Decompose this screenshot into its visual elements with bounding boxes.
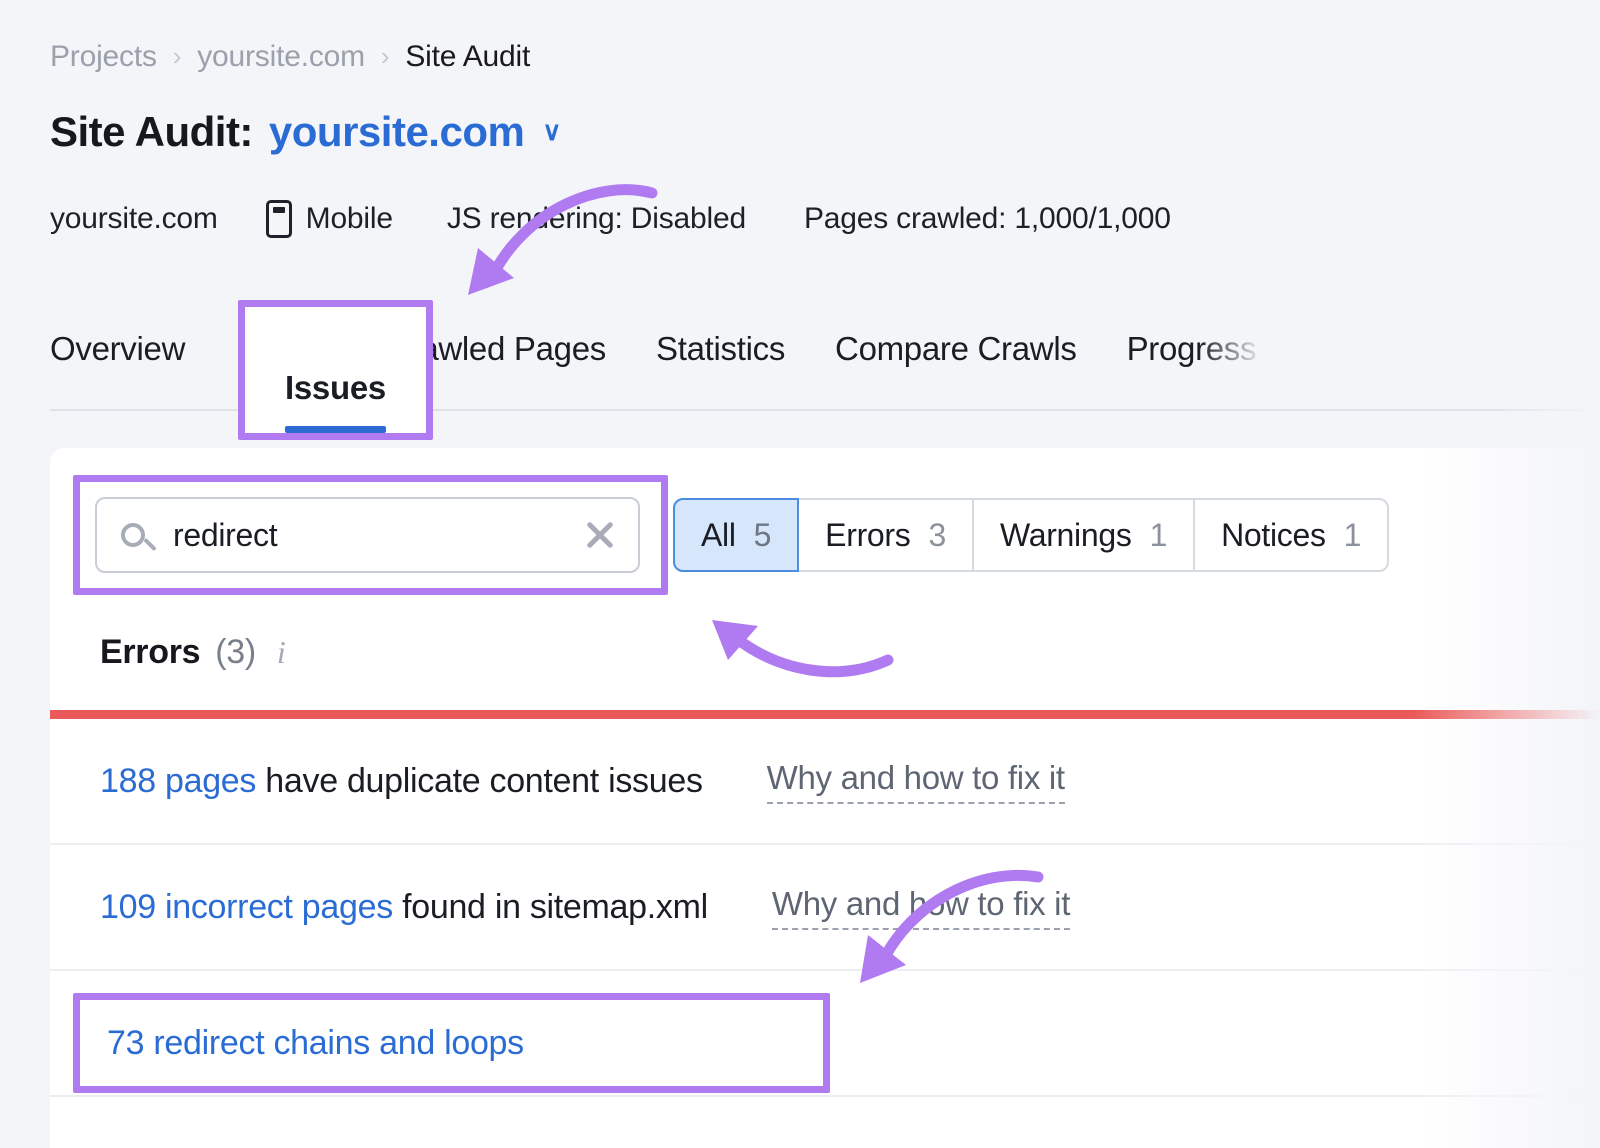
issue-title: 188 pages have duplicate content issues	[100, 762, 703, 801]
tab-compare-crawls[interactable]: Compare Crawls	[835, 330, 1077, 394]
issue-title: 109 incorrect pages found in sitemap.xml	[100, 888, 708, 927]
filter-all-label: All	[701, 516, 736, 553]
meta-domain: yoursite.com	[50, 202, 218, 235]
errors-section-count: (3)	[215, 633, 256, 671]
table-row[interactable]: 188 pages have duplicate content issues …	[50, 719, 1600, 845]
filter-warnings-count: 1	[1149, 516, 1168, 553]
tab-active-indicator	[285, 426, 386, 433]
filter-errors[interactable]: Errors 3	[799, 498, 972, 572]
filter-all-count: 5	[753, 516, 772, 553]
meta-device-label: Mobile	[305, 202, 393, 235]
page-title-prefix: Site Audit:	[50, 108, 253, 155]
tab-overview[interactable]: Overview	[50, 330, 185, 394]
tab-progress[interactable]: Progress	[1127, 330, 1257, 394]
meta-pages-crawled: Pages crawled: 1,000/1,000	[803, 202, 1171, 235]
search-input-value[interactable]: redirect	[173, 517, 584, 554]
issue-type-filter-group: All 5 Errors 3 Warnings 1 Notices 1	[673, 498, 1390, 572]
breadcrumb-item-site[interactable]: yoursite.com	[197, 40, 365, 74]
search-input[interactable]: redirect	[95, 497, 640, 573]
issue-description: found in sitemap.xml	[392, 887, 708, 926]
filter-warnings[interactable]: Warnings 1	[971, 498, 1194, 572]
why-and-how-to-fix-link[interactable]: Why and how to fix it	[771, 885, 1070, 930]
search-icon	[121, 523, 145, 547]
filter-errors-label: Errors	[825, 516, 911, 553]
filter-notices-label: Notices	[1221, 516, 1326, 553]
table-row[interactable]: 73 redirect chains and loops w to fix it	[50, 971, 1600, 1097]
site-selector-label[interactable]: yoursite.com	[269, 108, 525, 156]
breadcrumb: Projects › yoursite.com › Site Audit	[50, 40, 530, 74]
mobile-phone-icon	[265, 200, 292, 238]
chevron-right-icon: ›	[380, 41, 390, 71]
filter-all[interactable]: All 5	[673, 498, 800, 572]
tab-progress-label: Progress	[1126, 330, 1257, 367]
info-icon[interactable]: i	[277, 634, 286, 671]
tab-compare-crawls-label: Compare Crawls	[835, 330, 1077, 367]
filter-warnings-label: Warnings	[999, 516, 1132, 553]
chevron-right-icon: ›	[172, 41, 182, 71]
tab-crawled-pages-label: Crawled Pages	[386, 330, 606, 367]
tab-bar: Overview Issues Crawled Pages Statistics…	[50, 330, 1570, 394]
filter-notices[interactable]: Notices 1	[1193, 498, 1390, 572]
filter-errors-count: 3	[928, 516, 946, 553]
tab-statistics-label: Statistics	[655, 330, 786, 367]
issues-filter-bar: redirect All 5 Errors 3 Warnings 1 Notic…	[95, 497, 1390, 573]
errors-severity-bar	[50, 710, 1600, 719]
errors-section-label: Errors	[100, 633, 201, 671]
issues-list: 188 pages have duplicate content issues …	[50, 719, 1600, 1097]
tab-crawled-pages[interactable]: Crawled Pages	[386, 330, 606, 394]
page-title: Site Audit: yoursite.com ∨	[50, 108, 561, 156]
errors-section-header: Errors (3) i	[100, 633, 286, 672]
tab-statistics[interactable]: Statistics	[656, 330, 785, 394]
clear-search-icon[interactable]	[584, 519, 616, 551]
audit-meta: yoursite.com Mobile JS rendering: Disabl…	[50, 200, 1171, 238]
meta-js-rendering: JS rendering: Disabled	[446, 202, 746, 235]
why-and-how-to-fix-link[interactable]: w to fix it	[550, 1011, 676, 1056]
filter-notices-count: 1	[1343, 516, 1362, 553]
breadcrumb-item-projects[interactable]: Projects	[50, 40, 157, 74]
issue-count-link[interactable]: 109 incorrect pages	[100, 888, 393, 926]
table-row[interactable]: 109 incorrect pages found in sitemap.xml…	[50, 845, 1600, 971]
why-and-how-to-fix-link[interactable]: Why and how to fix it	[766, 759, 1065, 804]
meta-device: Mobile	[265, 200, 393, 238]
chevron-down-icon[interactable]: ∨	[542, 116, 561, 147]
breadcrumb-item-current: Site Audit	[405, 40, 531, 73]
issue-description: have duplicate content issues	[256, 761, 703, 800]
issue-count-link[interactable]: 188 pages	[100, 762, 256, 800]
tab-overview-label: Overview	[50, 330, 186, 367]
tab-bar-divider	[50, 409, 1600, 411]
